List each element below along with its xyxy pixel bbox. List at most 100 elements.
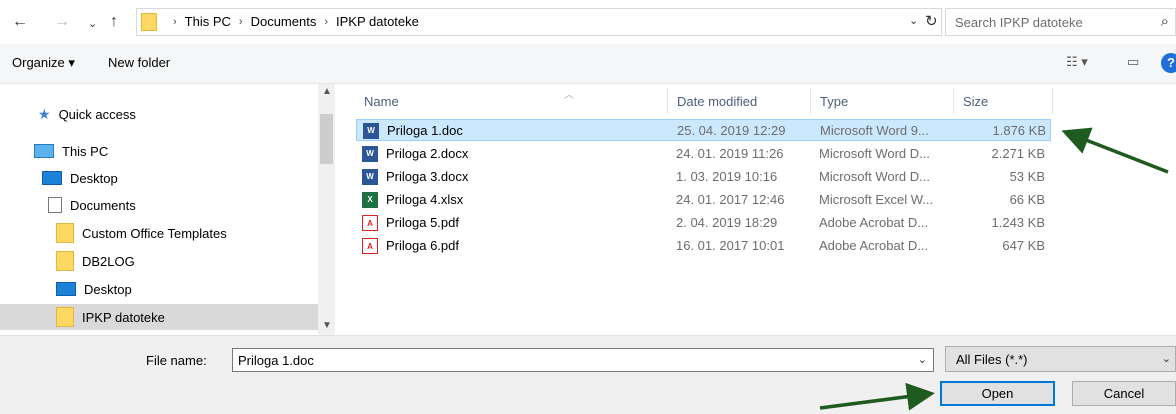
folder-icon <box>56 307 74 327</box>
pdf-icon: A <box>362 215 378 231</box>
file-size: 1.243 KB <box>991 215 1046 230</box>
nav-item-db2log[interactable]: DB2LOG <box>0 248 318 274</box>
sort-ascending-icon: ︿ <box>564 90 574 101</box>
breadcrumb-separator-icon: › <box>238 15 243 28</box>
desktop-icon <box>42 171 62 185</box>
file-date: 25. 04. 2019 12:29 <box>677 123 786 138</box>
nav-item-label: Desktop <box>84 281 132 297</box>
search-icon: ⌕ <box>1160 13 1169 30</box>
nav-item-desktop[interactable]: Desktop <box>0 165 318 191</box>
file-name: Priloga 5.pdf <box>386 215 459 230</box>
file-type: Microsoft Word D... <box>819 169 931 184</box>
nav-item-ipkp-datoteke[interactable]: IPKP datoteke <box>0 304 318 330</box>
new-folder-button[interactable]: New folder <box>108 55 170 70</box>
file-row[interactable]: W Priloga 2.docx 24. 01. 2019 11:26 Micr… <box>356 143 1051 165</box>
help-icon[interactable]: ? <box>1161 53 1176 73</box>
file-type: Microsoft Word 9... <box>820 123 929 138</box>
column-header-name[interactable]: Name ︿ <box>356 88 668 114</box>
excel-icon: X <box>362 192 378 208</box>
word-icon: W <box>362 146 378 162</box>
file-size: 2.271 KB <box>991 146 1046 161</box>
file-type: Microsoft Excel W... <box>819 192 934 207</box>
file-row[interactable]: A Priloga 6.pdf 16. 01. 2017 10:01 Adobe… <box>356 235 1051 257</box>
file-list: Name ︿ Date modified Type Size W Priloga… <box>336 84 1176 335</box>
address-row: ← → ⌄ ↑ › This PC › Documents › IPKP dat… <box>0 0 1176 44</box>
address-bar[interactable]: › This PC › Documents › IPKP datoteke ⌄ … <box>136 8 942 36</box>
search-placeholder: Search IPKP datoteke <box>955 15 1083 30</box>
file-row[interactable]: X Priloga 4.xlsx 24. 01. 2017 12:46 Micr… <box>356 189 1051 211</box>
file-name-label: File name: <box>146 353 207 368</box>
breadcrumb-separator-icon: › <box>324 15 328 28</box>
view-options-icon[interactable]: ☷ ▾ <box>1066 54 1088 70</box>
organize-button[interactable]: Organize ▾ <box>12 55 75 71</box>
breadcrumb: › This PC › Documents › IPKP datoteke <box>165 14 419 29</box>
file-size: 66 KB <box>1009 192 1045 207</box>
nav-item-label: Documents <box>70 197 136 213</box>
column-header-size[interactable]: Size <box>955 88 1053 114</box>
nav-item-label: IPKP datoteke <box>82 309 165 325</box>
file-name-input[interactable]: Priloga 1.doc ⌄ <box>232 348 934 372</box>
recent-locations-chevron-icon[interactable]: ⌄ <box>88 14 97 34</box>
file-name: Priloga 6.pdf <box>386 238 459 253</box>
chevron-down-icon[interactable]: ⌄ <box>918 353 927 366</box>
column-header-label: Date modified <box>677 93 758 109</box>
folder-icon <box>141 13 157 31</box>
desktop-icon <box>56 282 76 296</box>
file-type: Adobe Acrobat D... <box>819 215 929 230</box>
column-header-date[interactable]: Date modified <box>669 88 811 114</box>
folder-icon <box>56 223 74 243</box>
file-date: 24. 01. 2017 12:46 <box>676 192 785 207</box>
nav-item-label: Quick access <box>58 106 136 122</box>
file-name: Priloga 2.docx <box>386 146 469 161</box>
nav-item-desktop-sub[interactable]: Desktop <box>0 276 318 302</box>
word-icon: W <box>363 123 379 139</box>
nav-item-this-pc[interactable]: This PC <box>0 138 318 164</box>
search-input[interactable]: Search IPKP datoteke ⌕ <box>945 8 1176 36</box>
file-type: Adobe Acrobat D... <box>819 238 929 253</box>
breadcrumb-ipkp-datoteke[interactable]: IPKP datoteke <box>336 14 419 29</box>
toolbar: Organize ▾ New folder ☷ ▾ ▭ ? <box>0 44 1176 84</box>
nav-scrollbar[interactable]: ▲ ▼ <box>318 84 335 335</box>
file-type-filter-select[interactable]: All Files (*.*) ⌄ <box>945 346 1176 372</box>
preview-pane-icon[interactable]: ▭ <box>1127 54 1139 70</box>
address-dropdown-icon[interactable]: ⌄ <box>909 14 918 27</box>
documents-icon <box>48 197 62 213</box>
file-date: 2. 04. 2019 18:29 <box>676 215 778 230</box>
column-header-label: Name <box>364 93 399 109</box>
file-date: 1. 03. 2019 10:16 <box>676 169 778 184</box>
cancel-button[interactable]: Cancel <box>1072 381 1176 406</box>
nav-item-custom-office-templates[interactable]: Custom Office Templates <box>0 220 318 246</box>
nav-item-label: Desktop <box>70 170 118 186</box>
file-row[interactable]: A Priloga 5.pdf 2. 04. 2019 18:29 Adobe … <box>356 212 1051 234</box>
navigation-pane: ★ Quick access This PC Desktop Documents… <box>0 84 318 335</box>
file-size: 1.876 KB <box>992 123 1047 138</box>
nav-item-quick-access[interactable]: ★ Quick access <box>0 101 318 127</box>
file-size: 53 KB <box>1009 169 1045 184</box>
computer-icon <box>34 144 54 158</box>
back-arrow-icon[interactable]: ← <box>12 12 28 32</box>
file-row[interactable]: W Priloga 3.docx 1. 03. 2019 10:16 Micro… <box>356 166 1051 188</box>
open-button[interactable]: Open <box>940 381 1055 406</box>
file-name: Priloga 3.docx <box>386 169 469 184</box>
word-icon: W <box>362 169 378 185</box>
nav-item-documents[interactable]: Documents <box>0 192 318 218</box>
file-name: Priloga 1.doc <box>387 123 463 138</box>
scroll-down-icon[interactable]: ▼ <box>322 320 332 331</box>
file-name: Priloga 4.xlsx <box>386 192 464 207</box>
up-arrow-icon[interactable]: ↑ <box>110 12 118 32</box>
file-type: Microsoft Word D... <box>819 146 931 161</box>
file-size: 647 KB <box>1002 238 1045 253</box>
scroll-up-icon[interactable]: ▲ <box>322 86 332 97</box>
column-header-type[interactable]: Type <box>812 88 954 114</box>
column-header-label: Size <box>963 93 989 109</box>
column-header-label: Type <box>820 93 849 109</box>
file-type-filter-value: All Files (*.*) <box>956 352 1028 367</box>
refresh-icon[interactable]: ↻ <box>925 12 938 30</box>
chevron-down-icon: ⌄ <box>1161 353 1171 365</box>
forward-arrow-icon[interactable]: → <box>54 12 70 32</box>
file-row[interactable]: W Priloga 1.doc 25. 04. 2019 12:29 Micro… <box>356 119 1051 141</box>
breadcrumb-separator-icon: › <box>173 15 177 28</box>
scrollbar-thumb[interactable] <box>320 114 333 164</box>
breadcrumb-this-pc[interactable]: This PC <box>185 14 231 29</box>
breadcrumb-documents[interactable]: Documents <box>251 14 317 29</box>
